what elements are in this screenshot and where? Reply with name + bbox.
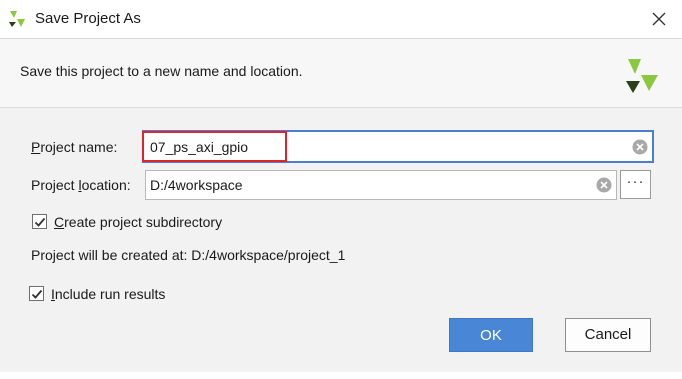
clear-icon[interactable] <box>596 177 612 193</box>
include-run-results-label[interactable]: Include run results <box>51 286 165 302</box>
project-location-input[interactable]: D:/4workspace <box>145 170 617 200</box>
title-bar: Save Project As <box>0 0 682 39</box>
project-name-label: Project name: <box>31 139 118 155</box>
project-name-value: 07_ps_axi_gpio <box>150 139 249 155</box>
include-run-results-checkbox[interactable] <box>29 286 44 301</box>
checkmark-icon <box>34 217 46 227</box>
clear-icon[interactable] <box>632 139 648 155</box>
underlying-window-edge <box>0 372 682 379</box>
checkmark-icon <box>31 289 43 299</box>
close-icon <box>652 12 666 26</box>
project-location-value: D:/4workspace <box>150 177 243 193</box>
create-subdirectory-checkbox[interactable] <box>32 214 47 229</box>
browse-button[interactable]: ··· <box>620 170 651 199</box>
dialog-description: Save this project to a new name and loca… <box>20 63 303 79</box>
cancel-button[interactable]: Cancel <box>565 318 651 352</box>
ok-button[interactable]: OK <box>449 318 533 352</box>
window-title: Save Project As <box>35 10 141 27</box>
vivado-logo-icon <box>624 58 660 94</box>
create-subdirectory-label[interactable]: Create project subdirectory <box>54 214 222 230</box>
close-button[interactable] <box>646 6 672 32</box>
project-path-preview: Project will be created at: D:/4workspac… <box>31 247 346 263</box>
project-location-label: Project location: <box>31 177 131 193</box>
project-name-input[interactable]: 07_ps_axi_gpio <box>142 130 654 163</box>
vivado-logo-icon <box>8 10 26 28</box>
